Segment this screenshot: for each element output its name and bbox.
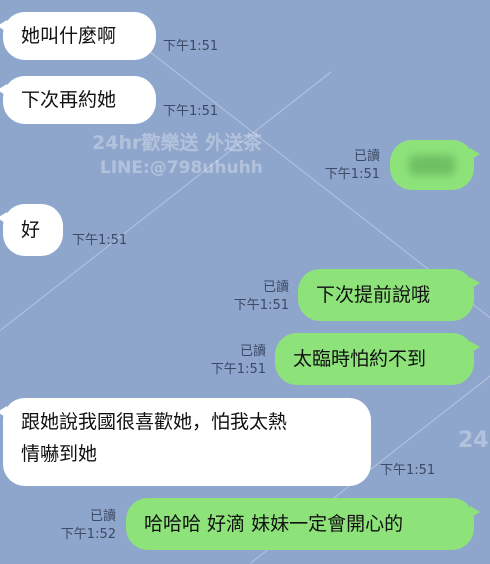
watermark-edge-text: 24 [458,428,489,453]
message-bubble-outgoing[interactable]: 太臨時怕約不到 [275,333,480,385]
message-bubble-incoming[interactable]: 好 [0,204,63,256]
message-time: 下午1:51 [72,233,128,248]
blurred-content [409,155,455,175]
message-bubble-incoming[interactable]: 跟她說我國很喜歡她，怕我太熱 情嚇到她 [0,398,371,486]
message-time: 下午1:51 [163,39,219,54]
watermark-text-2: LINE:@798uhuhh [100,158,263,178]
chat-area: 24hr歡樂送 外送茶 LINE:@798uhuhh 24 她叫什麼啊 下午1:… [0,0,490,564]
message-bubble-incoming[interactable]: 下次再約她 [0,76,156,124]
message-time: 下午1:51 [380,463,436,478]
message-read-time: 已讀 下午1:52 [60,509,116,542]
watermark-text-1: 24hr歡樂送 外送茶 [92,132,262,154]
message-bubble-outgoing[interactable]: 哈哈哈 好滴 妹妹一定會開心的 [126,498,480,550]
message-time: 下午1:51 [163,104,219,119]
message-read-time: 已讀 下午1:51 [210,344,266,377]
message-read-time: 已讀 下午1:51 [233,280,289,313]
message-read-time: 已讀 下午1:51 [324,149,380,182]
message-bubble-incoming[interactable]: 她叫什麼啊 [0,12,156,60]
message-bubble-outgoing-blurred[interactable] [390,140,480,190]
message-bubble-outgoing[interactable]: 下次提前說哦 [298,269,480,321]
